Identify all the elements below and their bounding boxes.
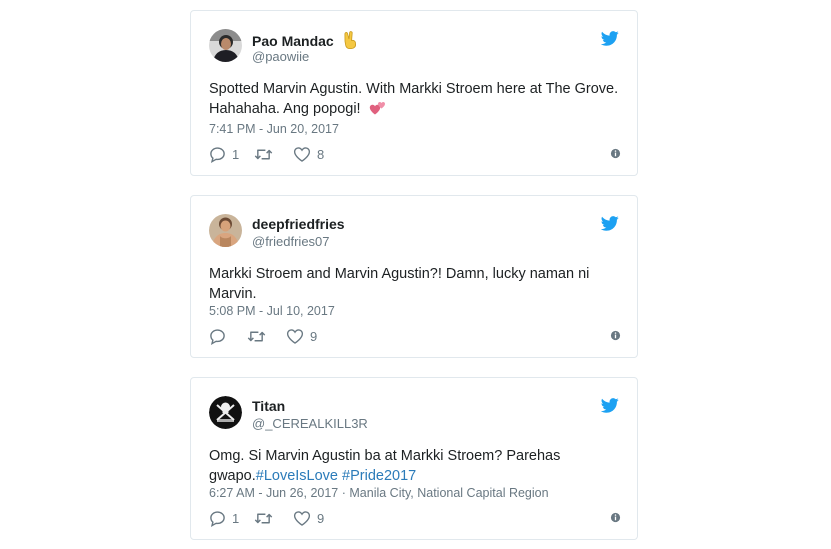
hashtag-link[interactable]: #LoveIsLove xyxy=(256,468,338,484)
reply-icon xyxy=(209,510,226,527)
reply-button[interactable]: 1 xyxy=(209,146,239,163)
retweet-icon xyxy=(254,510,273,527)
tweet-timestamp[interactable]: 5:08 PM - Jul 10, 2017 xyxy=(209,304,335,318)
tweet-actions: 9 xyxy=(209,328,621,346)
retweet-button[interactable] xyxy=(254,146,273,163)
like-button[interactable]: 8 xyxy=(293,146,324,163)
author-handle[interactable]: @paowiie xyxy=(252,49,309,64)
avatar[interactable] xyxy=(209,29,242,62)
reply-icon xyxy=(209,146,226,163)
avatar[interactable] xyxy=(209,214,242,247)
retweet-button[interactable] xyxy=(254,510,273,527)
reply-count: 1 xyxy=(232,511,240,526)
like-icon xyxy=(293,146,311,163)
retweet-icon xyxy=(247,328,266,345)
twitter-bird-icon[interactable] xyxy=(601,216,619,231)
twitter-bird-icon[interactable] xyxy=(601,398,619,413)
reply-button[interactable] xyxy=(209,328,232,345)
victory-hand-icon xyxy=(342,31,358,52)
author-handle[interactable]: @_CEREALKILL3R xyxy=(252,416,368,431)
author-name[interactable]: Titan xyxy=(252,398,285,414)
tweet-card[interactable]: Pao Mandac @paowiie Spotted Marvin Agust… xyxy=(190,10,638,176)
reply-icon xyxy=(209,328,226,345)
reply-button[interactable]: 1 xyxy=(209,510,239,527)
like-icon xyxy=(293,510,311,527)
like-button[interactable]: 9 xyxy=(293,510,324,527)
info-icon[interactable] xyxy=(610,512,621,523)
tweet-meta: 6:27 AM - Jun 26, 2017 · Manila City, Na… xyxy=(209,486,549,500)
tweet-actions: 1 9 xyxy=(209,510,621,528)
like-count: 9 xyxy=(317,511,325,526)
author-handle[interactable]: @friedfries07 xyxy=(252,234,330,249)
tweet-timestamp[interactable]: 6:27 AM - Jun 26, 2017 xyxy=(209,486,338,500)
like-count: 9 xyxy=(310,329,318,344)
tweet-text: Markki Stroem and Marvin Agustin?! Damn,… xyxy=(209,266,590,302)
retweet-icon xyxy=(254,146,273,163)
tweet-timestamp[interactable]: 7:41 PM - Jun 20, 2017 xyxy=(209,122,339,136)
like-icon xyxy=(286,328,304,345)
info-icon[interactable] xyxy=(610,148,621,159)
info-icon[interactable] xyxy=(610,330,621,341)
like-count: 8 xyxy=(317,147,325,162)
twitter-bird-icon[interactable] xyxy=(601,31,619,46)
like-button[interactable]: 9 xyxy=(286,328,317,345)
tweet-location[interactable]: · Manila City, National Capital Region xyxy=(342,486,549,500)
hashtag-link[interactable]: #Pride2017 xyxy=(342,468,416,484)
two-hearts-icon xyxy=(369,100,387,122)
reply-count: 1 xyxy=(232,147,240,162)
author-name[interactable]: deepfriedfries xyxy=(252,216,345,232)
tweet-actions: 1 8 xyxy=(209,146,621,164)
tweet-card[interactable]: deepfriedfries @friedfries07 Markki Stro… xyxy=(190,195,638,358)
tweet-card[interactable]: Titan @_CEREALKILL3R Omg. Si Marvin Agus… xyxy=(190,377,638,540)
tweet-text: Omg. Si Marvin Agustin ba at Markki Stro… xyxy=(209,448,561,484)
avatar[interactable] xyxy=(209,396,242,429)
retweet-button[interactable] xyxy=(247,328,266,345)
tweet-text: Spotted Marvin Agustin. With Markki Stro… xyxy=(209,79,625,122)
